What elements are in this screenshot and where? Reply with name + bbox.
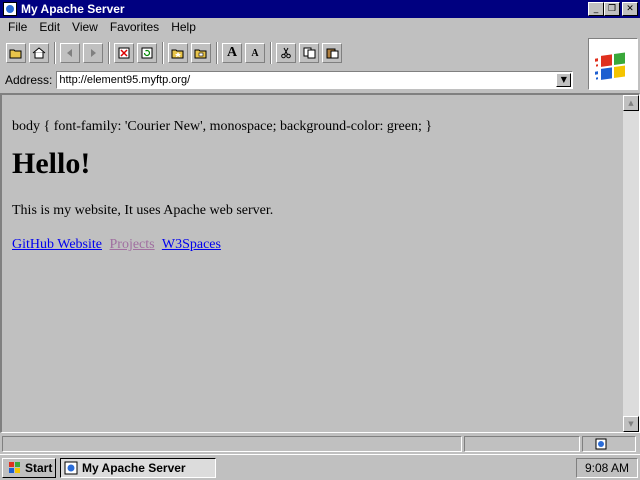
web-page: body { font-family: 'Courier New', monos… [2, 95, 622, 432]
scissors-icon [281, 47, 291, 59]
w3spaces-link[interactable]: W3Spaces [162, 237, 221, 252]
page-paragraph: This is my website, It uses Apache web s… [12, 203, 274, 218]
start-label: Start [25, 460, 53, 475]
copy-button[interactable] [299, 43, 319, 63]
menu-edit[interactable]: Edit [33, 20, 66, 34]
window-controls: _ ❐ ✕ [588, 2, 638, 16]
toolbar-separator [54, 42, 56, 64]
menu-file[interactable]: File [2, 20, 33, 34]
history-folder-icon [194, 49, 207, 59]
internet-zone-icon [595, 438, 607, 450]
chevron-down-icon: ▼ [560, 75, 567, 84]
projects-link[interactable]: Projects [110, 237, 155, 252]
window-title: My Apache Server [21, 2, 125, 16]
scroll-up-arrow-icon: ▲ [628, 99, 634, 107]
refresh-button[interactable] [137, 43, 157, 63]
back-button[interactable] [60, 43, 80, 63]
open-folder-button[interactable] [6, 43, 26, 63]
favorites-button[interactable] [168, 43, 188, 63]
refresh-icon [141, 47, 153, 59]
address-dropdown-button[interactable]: ▼ [556, 73, 572, 87]
address-label: Address: [5, 73, 53, 87]
status-text-pane [2, 436, 462, 452]
scroll-down-button[interactable]: ▼ [623, 416, 639, 432]
link-list: GitHub Website Projects W3Spaces [12, 237, 225, 253]
back-arrow-icon [67, 49, 72, 57]
font-smaller-button[interactable]: A [245, 43, 265, 63]
toolbar: A A [0, 38, 586, 68]
scroll-up-button[interactable]: ▲ [623, 95, 639, 111]
windows-start-icon [9, 461, 20, 473]
windows-logo [588, 38, 638, 90]
font-larger-button[interactable]: A [222, 43, 242, 63]
status-progress-pane [464, 436, 580, 452]
menu-bar: File Edit View Favorites Help [0, 18, 588, 36]
status-zone-pane [582, 436, 636, 452]
close-button[interactable]: ✕ [622, 2, 638, 16]
stop-button[interactable] [114, 43, 134, 63]
history-button[interactable] [191, 43, 211, 63]
toolbar-separator [162, 42, 164, 64]
status-bar [0, 435, 640, 453]
menu-view[interactable]: View [66, 20, 104, 34]
maximize-button[interactable]: ❐ [604, 2, 620, 16]
taskbar-window-button[interactable]: My Apache Server [60, 457, 216, 478]
app-icon[interactable] [3, 2, 17, 16]
address-input[interactable] [57, 73, 557, 87]
system-tray: 9:08 AM [576, 457, 638, 478]
font-larger-icon: A [226, 45, 238, 60]
open-folder-icon [9, 49, 22, 59]
page-heading: Hello! [12, 147, 91, 180]
github-website-link[interactable]: GitHub Website [12, 237, 102, 252]
address-bar: Address: ▼ [0, 70, 586, 90]
toolbar-separator [216, 42, 218, 64]
title-bar[interactable]: My Apache Server _ ❐ ✕ [0, 0, 640, 18]
copy-icon [303, 47, 315, 59]
css-text: body { font-family: 'Courier New', monos… [12, 119, 433, 134]
font-smaller-icon: A [251, 47, 259, 59]
content-frame: body { font-family: 'Courier New', monos… [0, 93, 640, 433]
cut-button[interactable] [276, 43, 296, 63]
paste-icon [326, 48, 338, 59]
menu-favorites[interactable]: Favorites [104, 20, 165, 34]
home-icon [32, 47, 46, 59]
minimize-button[interactable]: _ [588, 2, 604, 16]
toolbar-separator [270, 42, 272, 64]
taskbar: Start My Apache Server 9:08 AM [0, 454, 640, 480]
favorites-folder-icon [171, 49, 184, 59]
windows-flag-icon [595, 52, 625, 80]
menu-help[interactable]: Help [165, 20, 202, 34]
start-button[interactable]: Start [2, 457, 56, 478]
home-button[interactable] [29, 43, 49, 63]
ie-icon [64, 461, 78, 474]
forward-button[interactable] [83, 43, 103, 63]
scroll-down-arrow-icon: ▼ [628, 420, 634, 428]
forward-arrow-icon [91, 49, 96, 57]
paste-button[interactable] [322, 43, 342, 63]
toolbar-separator [108, 42, 110, 64]
clock[interactable]: 9:08 AM [585, 461, 629, 475]
vertical-scrollbar[interactable]: ▲ ▼ [623, 95, 639, 432]
stop-icon [118, 47, 130, 59]
address-field[interactable]: ▼ [56, 71, 574, 89]
taskbar-window-label: My Apache Server [82, 460, 186, 475]
